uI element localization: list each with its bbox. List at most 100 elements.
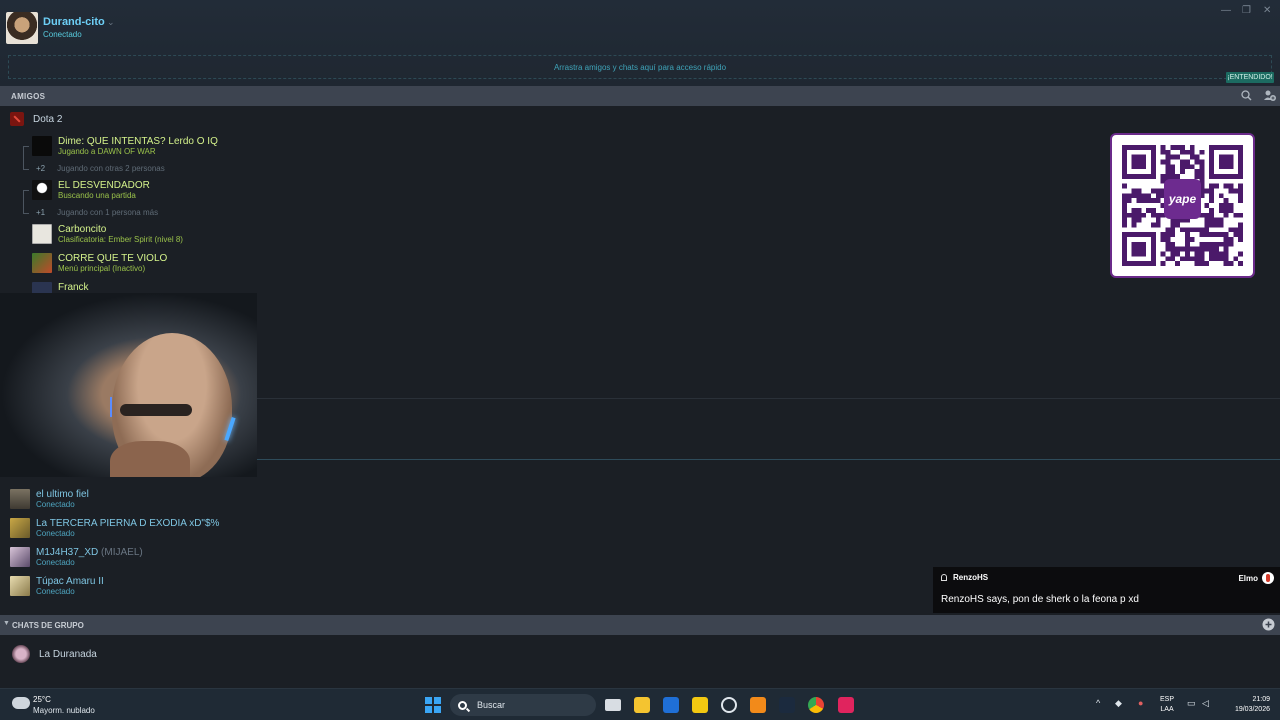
party-note: +1 Jugando con 1 persona más — [36, 208, 158, 217]
friend-status: Conectado — [36, 587, 75, 596]
elmo-icon — [1262, 572, 1274, 584]
friend-avatar — [32, 136, 52, 156]
group-chat-item[interactable]: La Duranada — [12, 645, 97, 663]
microphone-icon[interactable]: ● — [1138, 698, 1143, 708]
steam-tray-icon[interactable]: ◆ — [1115, 698, 1122, 709]
yape-qr-code: yape — [1110, 133, 1255, 278]
friend-alias: (MIJAEL) — [101, 547, 143, 558]
steam-icon[interactable] — [779, 697, 795, 713]
weather-temperature[interactable]: 25°C — [33, 695, 51, 704]
friend-item[interactable]: CORRE QUE TE VIOLO Menú principal (Inact… — [32, 253, 167, 274]
task-view-icon[interactable] — [605, 699, 621, 711]
friend-status: Menú principal (Inactivo) — [58, 264, 146, 273]
clock[interactable]: 21:09 19/03/2026 — [1225, 695, 1270, 715]
network-icon[interactable]: ▭ — [1187, 698, 1196, 709]
chevron-up-icon[interactable]: ^ — [1096, 698, 1100, 708]
friend-avatar — [10, 576, 30, 596]
group-chat-name: La Duranada — [39, 648, 97, 660]
user-name[interactable]: Durand-cito — [43, 16, 105, 28]
close-button[interactable]: ✕ — [1263, 5, 1271, 16]
party-note: +2 Jugando con otras 2 personas — [36, 164, 165, 173]
chat-username: RenzoHS — [953, 573, 989, 582]
quick-access-dropzone[interactable]: Arrastra amigos y chats aquí para acceso… — [8, 55, 1272, 79]
party-count: +1 — [36, 208, 46, 217]
friend-avatar — [10, 547, 30, 567]
language-indicator[interactable]: ESP LAA — [1160, 695, 1174, 715]
minimize-button[interactable]: — — [1221, 5, 1231, 16]
chat-channel: Elmo — [1238, 574, 1258, 583]
party-bracket — [23, 190, 29, 214]
chrome-icon[interactable] — [808, 697, 824, 713]
friend-item[interactable]: M1J4H37_XD (MIJAEL) Conectado — [10, 547, 143, 568]
user-avatar[interactable] — [6, 12, 38, 44]
outlook-icon[interactable] — [663, 697, 679, 713]
friend-name-text: M1J4H37_XD — [36, 547, 99, 558]
list-divider — [257, 459, 1280, 460]
taskbar: 25°C Mayorm. nublado Buscar ^ ◆ ● ESP LA… — [0, 688, 1280, 720]
chat-message: RenzoHS says, pon de sherk o la feona p … — [941, 594, 1139, 605]
friend-name: CORRE QUE TE VIOLO — [58, 253, 168, 264]
friend-name: Túpac Amaru II — [36, 576, 104, 587]
webcam-person — [110, 441, 190, 477]
app-icon[interactable] — [692, 697, 708, 713]
game-group-header[interactable]: Dota 2 — [10, 112, 62, 126]
yape-logo: yape — [1164, 179, 1201, 219]
friend-item[interactable]: Dime: QUE INTENTAS? Lerdo O IQ Jugando a… — [32, 136, 218, 157]
game-name: Dota 2 — [33, 113, 63, 125]
add-group-chat-icon[interactable] — [1262, 618, 1275, 636]
friends-section-bar[interactable]: AMIGOS — [0, 86, 1280, 106]
friend-item[interactable]: Carboncito Clasificatoria: Ember Spirit … — [32, 224, 183, 245]
group-chats-bar[interactable]: CHATS DE GRUPO — [0, 615, 1280, 635]
windows-start-icon[interactable] — [425, 697, 441, 713]
friend-name: La TERCERA PIERNA D EXODIA xD"$% — [36, 518, 220, 529]
friend-status: Clasificatoria: Ember Spirit (nivel 8) — [58, 235, 183, 244]
party-count: +2 — [36, 164, 46, 173]
stream-chat-overlay: RenzoHS Elmo RenzoHS says, pon de sherk … — [933, 567, 1280, 613]
group-chats-title: CHATS DE GRUPO — [12, 620, 84, 630]
friend-name: Franck — [58, 282, 89, 293]
friend-item[interactable]: EL DESVENDADOR Buscando una partida — [32, 180, 150, 201]
tiktok-icon[interactable] — [838, 697, 854, 713]
friend-status: Conectado — [36, 558, 75, 567]
dota-icon — [10, 112, 24, 126]
group-avatar — [12, 645, 30, 663]
dropzone-text: Arrastra amigos y chats aquí para acceso… — [553, 62, 727, 72]
party-text: Jugando con otras 2 personas — [57, 164, 165, 173]
friend-item[interactable]: La TERCERA PIERNA D EXODIA xD"$% Conecta… — [10, 518, 219, 539]
collapse-caret-icon[interactable]: ▼ — [3, 620, 10, 627]
language-code: ESP — [1160, 696, 1175, 703]
friend-status: Conectado — [36, 500, 75, 509]
file-explorer-icon[interactable] — [634, 697, 650, 713]
webcam-overlay — [0, 293, 257, 477]
list-divider — [257, 398, 1280, 399]
metamask-icon[interactable] — [750, 697, 766, 713]
friends-header: Durand-cito ⌄ Conectado — ❐ ✕ Arrastra a… — [0, 0, 1280, 86]
webcam-light — [110, 397, 112, 417]
friend-name: Carboncito — [58, 224, 107, 235]
clock-date: 19/03/2026 — [1234, 706, 1270, 713]
maximize-button[interactable]: ❐ — [1242, 5, 1251, 16]
add-friend-icon[interactable] — [1263, 89, 1276, 105]
friend-avatar — [10, 489, 30, 509]
user-icon — [941, 574, 947, 581]
search-icon[interactable] — [1241, 90, 1252, 104]
friend-name: M1J4H37_XD (MIJAEL) — [36, 547, 143, 558]
chevron-down-icon[interactable]: ⌄ — [107, 17, 115, 28]
cloud-icon[interactable] — [12, 697, 30, 709]
search-label: Buscar — [477, 700, 506, 710]
understood-button[interactable]: ¡ENTENDIDO! — [1226, 72, 1274, 83]
friend-item[interactable]: el ultimo fiel Conectado — [10, 489, 89, 510]
weather-description[interactable]: Mayorm. nublado — [33, 706, 95, 715]
taskbar-search[interactable]: Buscar — [450, 694, 596, 716]
friend-status: Conectado — [36, 529, 75, 538]
user-status: Conectado — [43, 30, 82, 39]
volume-icon[interactable]: ◁ — [1202, 698, 1209, 709]
friend-avatar — [32, 253, 52, 273]
friend-name: Dime: QUE INTENTAS? Lerdo O IQ — [58, 136, 218, 147]
obs-icon[interactable] — [721, 697, 737, 713]
friend-name: EL DESVENDADOR — [58, 180, 150, 191]
keyboard-layout: LAA — [1160, 706, 1174, 713]
friend-avatar — [32, 224, 52, 244]
friend-item[interactable]: Túpac Amaru II Conectado — [10, 576, 104, 597]
friend-name: el ultimo fiel — [36, 489, 89, 500]
